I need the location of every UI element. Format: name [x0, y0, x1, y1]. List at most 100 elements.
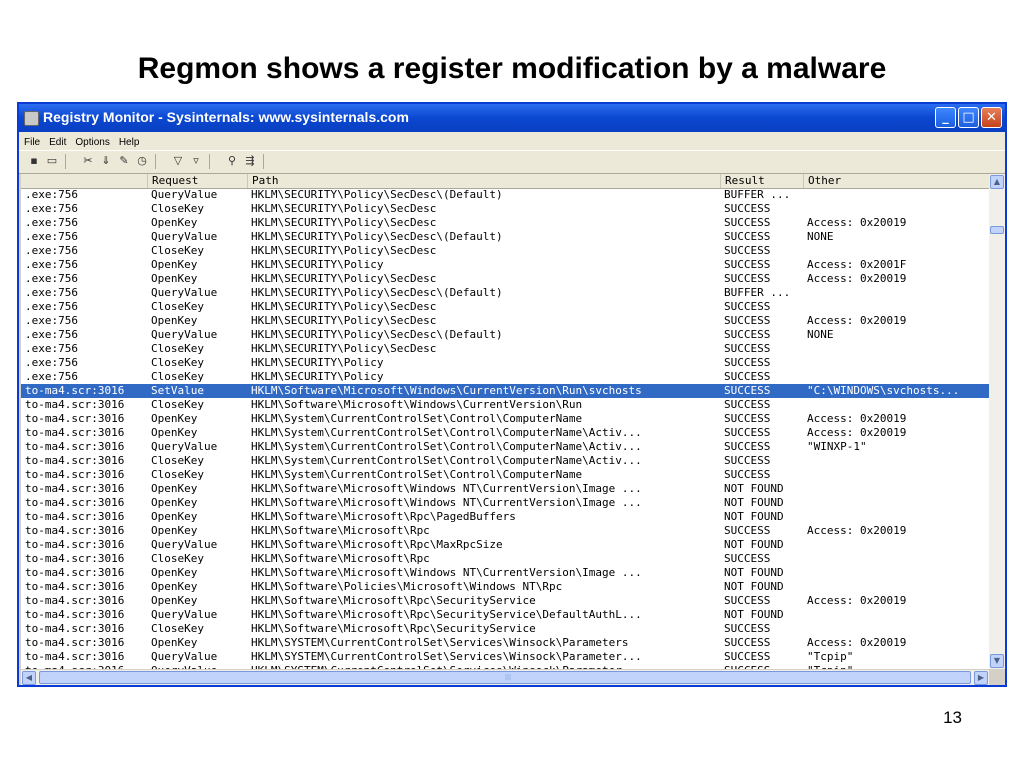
- cell-process: .exe:756: [25, 286, 78, 299]
- column-header-process[interactable]: [21, 174, 147, 188]
- cell-path: HKLM\Software\Policies\Microsoft\Windows…: [251, 580, 563, 593]
- vertical-scrollbar[interactable]: ▲ ▼: [989, 174, 1005, 669]
- title-bar[interactable]: Registry Monitor - Sysinternals: www.sys…: [19, 104, 1005, 132]
- autoscroll-icon[interactable]: ⇓: [99, 154, 113, 168]
- table-row[interactable]: .exe:756 CloseKey HKLM\SECURITY\Policy SUCC…: [21, 356, 989, 370]
- scroll-down-button[interactable]: ▼: [990, 654, 1004, 668]
- cell-result: SUCCESS: [724, 300, 771, 313]
- menu-edit[interactable]: Edit: [44, 134, 70, 148]
- regedit-jump-icon[interactable]: ⇶: [243, 154, 257, 168]
- table-row[interactable]: .exe:756 OpenKey HKLM\SECURITY\Policy\SecD…: [21, 314, 989, 328]
- table-row[interactable]: to-ma4.scr:3016 OpenKey HKLM\Software\Poli…: [21, 580, 989, 594]
- cell-result: SUCCESS: [724, 622, 771, 635]
- cell-result: NOT FOUND: [724, 482, 784, 495]
- cell-path: HKLM\SECURITY\Policy\SecDesc\(Default): [251, 286, 503, 299]
- cell-result: SUCCESS: [724, 398, 771, 411]
- table-row[interactable]: .exe:756 QueryValue HKLM\SECURITY\Policy\S…: [21, 188, 989, 202]
- column-header-result[interactable]: Result: [720, 174, 803, 188]
- table-row[interactable]: to-ma4.scr:3016 QueryValue HKLM\System\Cur…: [21, 440, 989, 454]
- filter-icon[interactable]: ▽: [171, 154, 185, 168]
- cell-path: HKLM\Software\Microsoft\Rpc\MaxRpcSize: [251, 538, 503, 551]
- table-row[interactable]: to-ma4.scr:3016 CloseKey HKLM\System\Curre…: [21, 454, 989, 468]
- table-row[interactable]: to-ma4.scr:3016 OpenKey HKLM\System\Curren…: [21, 426, 989, 440]
- toolbar-separator: [209, 154, 210, 169]
- cell-request: OpenKey: [151, 594, 198, 607]
- table-row[interactable]: .exe:756 QueryValue HKLM\SECURITY\Policy\S…: [21, 286, 989, 300]
- registry-monitor-window: Registry Monitor - Sysinternals: www.sys…: [17, 102, 1007, 687]
- maximize-button[interactable]: □: [958, 107, 979, 128]
- table-row[interactable]: to-ma4.scr:3016 OpenKey HKLM\SYSTEM\Curren…: [21, 636, 989, 650]
- table-row[interactable]: .exe:756 QueryValue HKLM\SECURITY\Policy\S…: [21, 328, 989, 342]
- menu-options[interactable]: Options: [70, 134, 113, 148]
- capture-icon[interactable]: ✂: [81, 154, 95, 168]
- cell-process: to-ma4.scr:3016: [25, 538, 125, 551]
- table-row[interactable]: to-ma4.scr:3016 QueryValue HKLM\Software\M…: [21, 608, 989, 622]
- cell-process: .exe:756: [25, 356, 78, 369]
- menu-file[interactable]: File: [19, 134, 44, 148]
- cell-request: CloseKey: [151, 370, 204, 383]
- table-row[interactable]: .exe:756 CloseKey HKLM\SECURITY\Policy\Sec…: [21, 244, 989, 258]
- table-row[interactable]: to-ma4.scr:3016 CloseKey HKLM\Software\Mic…: [21, 552, 989, 566]
- cell-request: QueryValue: [151, 230, 218, 243]
- cell-request: OpenKey: [151, 496, 198, 509]
- vertical-scroll-thumb[interactable]: [990, 226, 1004, 234]
- table-row[interactable]: to-ma4.scr:3016 OpenKey HKLM\Software\Micr…: [21, 594, 989, 608]
- table-row[interactable]: to-ma4.scr:3016 OpenKey HKLM\Software\Micr…: [21, 496, 989, 510]
- cell-path: HKLM\SECURITY\Policy\SecDesc: [251, 216, 437, 229]
- table-row[interactable]: .exe:756 CloseKey HKLM\SECURITY\Policy SUCC…: [21, 370, 989, 384]
- cell-process: .exe:756: [25, 342, 78, 355]
- cell-request: QueryValue: [151, 440, 218, 453]
- table-row[interactable]: to-ma4.scr:3016 QueryValue HKLM\SYSTEM\Cur…: [21, 650, 989, 664]
- table-row[interactable]: to-ma4.scr:3016 CloseKey HKLM\Software\Mic…: [21, 398, 989, 412]
- cell-request: CloseKey: [151, 202, 204, 215]
- table-row[interactable]: to-ma4.scr:3016 CloseKey HKLM\System\Curre…: [21, 468, 989, 482]
- close-button[interactable]: ✕: [981, 107, 1002, 128]
- table-row[interactable]: to-ma4.scr:3016 OpenKey HKLM\System\Curren…: [21, 412, 989, 426]
- cell-result: NOT FOUND: [724, 510, 784, 523]
- menu-help[interactable]: Help: [114, 134, 144, 148]
- cell-request: CloseKey: [151, 244, 204, 257]
- table-row[interactable]: .exe:756 CloseKey HKLM\SECURITY\Policy\Sec…: [21, 342, 989, 356]
- cell-request: QueryValue: [151, 188, 218, 201]
- time-icon[interactable]: ◷: [135, 154, 149, 168]
- table-row[interactable]: to-ma4.scr:3016 QueryValue HKLM\Software\M…: [21, 538, 989, 552]
- cell-path: HKLM\SYSTEM\CurrentControlSet\Services\W…: [251, 636, 629, 649]
- cell-result: SUCCESS: [724, 440, 771, 453]
- toolbar: ▪ ▭ ✂ ⇓ ✎ ◷ ▽ ▿ ⚲ ⇶: [19, 150, 1005, 174]
- scroll-left-button[interactable]: ◀: [22, 671, 36, 685]
- column-header-other[interactable]: Other: [803, 174, 989, 188]
- table-row[interactable]: to-ma4.scr:3016 CloseKey HKLM\Software\Mic…: [21, 622, 989, 636]
- table-row[interactable]: .exe:756 CloseKey HKLM\SECURITY\Policy\Sec…: [21, 202, 989, 216]
- clear-icon[interactable]: ✎: [117, 154, 131, 168]
- horizontal-scroll-thumb[interactable]: |||: [39, 671, 971, 684]
- save-icon[interactable]: ▪: [27, 154, 41, 168]
- cell-process: .exe:756: [25, 230, 78, 243]
- horizontal-scrollbar[interactable]: ◀ ||| ▶: [21, 670, 989, 685]
- cell-request: OpenKey: [151, 426, 198, 439]
- table-row[interactable]: .exe:756 OpenKey HKLM\SECURITY\Policy SUCCE…: [21, 258, 989, 272]
- table-row[interactable]: to-ma4.scr:3016 QueryValue HKLM\SYSTEM\Cur…: [21, 664, 989, 669]
- table-row[interactable]: .exe:756 OpenKey HKLM\SECURITY\Policy\SecD…: [21, 272, 989, 286]
- table-row[interactable]: to-ma4.scr:3016 OpenKey HKLM\Software\Micr…: [21, 566, 989, 580]
- event-list[interactable]: Request Path Result Other .exe:756 QueryV…: [21, 174, 989, 669]
- find-icon[interactable]: ⚲: [225, 154, 239, 168]
- history-icon[interactable]: ▿: [189, 154, 203, 168]
- table-row[interactable]: .exe:756 OpenKey HKLM\SECURITY\Policy\SecD…: [21, 216, 989, 230]
- table-row[interactable]: to-ma4.scr:3016 OpenKey HKLM\Software\Micr…: [21, 482, 989, 496]
- cell-process: to-ma4.scr:3016: [25, 552, 125, 565]
- regmon-app-icon[interactable]: [24, 111, 39, 126]
- open-icon[interactable]: ▭: [45, 154, 59, 168]
- scroll-right-button[interactable]: ▶: [974, 671, 988, 685]
- table-row[interactable]: to-ma4.scr:3016 OpenKey HKLM\Software\Micr…: [21, 524, 989, 538]
- column-header-path[interactable]: Path: [247, 174, 720, 188]
- minimize-button[interactable]: _: [935, 107, 956, 128]
- cell-request: CloseKey: [151, 468, 204, 481]
- table-row[interactable]: .exe:756 QueryValue HKLM\SECURITY\Policy\S…: [21, 230, 989, 244]
- scroll-up-button[interactable]: ▲: [990, 175, 1004, 189]
- cell-request: CloseKey: [151, 552, 204, 565]
- table-row[interactable]: .exe:756 CloseKey HKLM\SECURITY\Policy\Sec…: [21, 300, 989, 314]
- table-row[interactable]: to-ma4.scr:3016 OpenKey HKLM\Software\Micr…: [21, 510, 989, 524]
- table-row[interactable]: to-ma4.scr:3016 SetValue HKLM\Software\Mic…: [21, 384, 989, 398]
- column-header-request[interactable]: Request: [147, 174, 247, 188]
- cell-other: Access: 0x20019: [807, 636, 907, 649]
